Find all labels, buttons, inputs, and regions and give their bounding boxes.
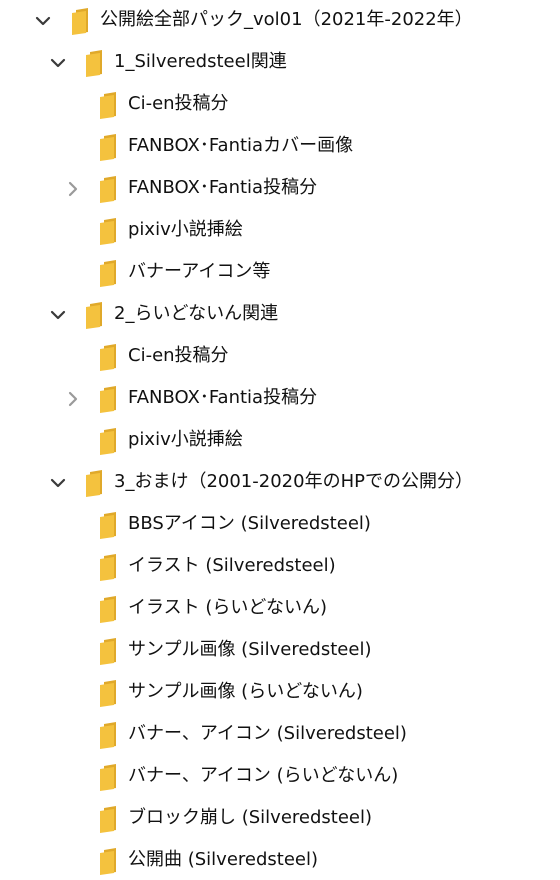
folder-icon — [96, 637, 122, 665]
tree-item-label: Ci-en投稿分 — [128, 93, 229, 114]
chevron-down-icon[interactable] — [45, 470, 71, 496]
folder-tree: 公開絵全部パック_vol01（2021年-2022年） 1_Silveredste… — [0, 0, 560, 880]
folder-icon — [96, 343, 122, 371]
tree-item-label: ブロック崩し (Silveredsteel) — [128, 807, 373, 828]
folder-icon — [96, 553, 122, 581]
chevron-down-icon[interactable] — [45, 50, 71, 76]
folder-icon — [96, 763, 122, 791]
folder-icon — [96, 511, 122, 539]
tree-item[interactable]: バナー、アイコン (Silveredsteel) — [0, 714, 560, 756]
folder-icon — [82, 469, 108, 497]
folder-icon — [96, 595, 122, 623]
folder-icon — [96, 721, 122, 749]
tree-item[interactable]: 公開絵全部パック_vol01（2021年-2022年） — [0, 0, 560, 42]
tree-item-label: 公開絵全部パック_vol01（2021年-2022年） — [100, 9, 473, 30]
tree-item[interactable]: 2_らいどないん関連 — [0, 294, 560, 336]
tree-item[interactable]: Ci-en投稿分 — [0, 84, 560, 126]
tree-item-label: 2_らいどないん関連 — [114, 303, 279, 324]
tree-item-label: サンプル画像 (Silveredsteel) — [128, 639, 372, 660]
folder-icon — [96, 259, 122, 287]
tree-item-label: 公開曲 (Silveredsteel) — [128, 849, 319, 870]
folder-icon — [82, 49, 108, 77]
folder-icon — [82, 301, 108, 329]
tree-item[interactable]: イラスト (Silveredsteel) — [0, 546, 560, 588]
tree-item[interactable]: 3_おまけ（2001-2020年のHPでの公開分） — [0, 462, 560, 504]
folder-icon — [96, 217, 122, 245]
tree-item-label: FANBOX･Fantia投稿分 — [128, 177, 318, 198]
tree-item[interactable]: pixiv小説挿絵 — [0, 420, 560, 462]
tree-item-label: イラスト (Silveredsteel) — [128, 555, 336, 576]
chevron-down-icon[interactable] — [45, 302, 71, 328]
tree-item-label: バナーアイコン等 — [128, 261, 271, 282]
tree-item-label: サンプル画像 (らいどないん) — [128, 681, 363, 702]
tree-item[interactable]: FANBOX･Fantia投稿分 — [0, 168, 560, 210]
tree-item[interactable]: 1_Silveredsteel関連 — [0, 42, 560, 84]
folder-icon — [68, 7, 94, 35]
folder-icon — [96, 175, 122, 203]
chevron-down-icon[interactable] — [30, 8, 56, 34]
folder-icon — [96, 91, 122, 119]
tree-item[interactable]: ブロック崩し (Silveredsteel) — [0, 798, 560, 840]
tree-item-label: Ci-en投稿分 — [128, 345, 229, 366]
tree-item-label: 3_おまけ（2001-2020年のHPでの公開分） — [114, 471, 473, 492]
tree-item[interactable]: サンプル画像 (らいどないん) — [0, 672, 560, 714]
tree-item-label: バナー、アイコン (らいどないん) — [128, 765, 399, 786]
tree-item[interactable]: BBSアイコン (Silveredsteel) — [0, 504, 560, 546]
tree-item[interactable]: 公開曲 (Silveredsteel) — [0, 840, 560, 880]
folder-icon — [96, 385, 122, 413]
chevron-right-icon[interactable] — [60, 176, 86, 202]
tree-item[interactable]: イラスト (らいどないん) — [0, 588, 560, 630]
tree-item[interactable]: FANBOX･Fantia投稿分 — [0, 378, 560, 420]
tree-item[interactable]: バナーアイコン等 — [0, 252, 560, 294]
folder-icon — [96, 847, 122, 875]
tree-item[interactable]: サンプル画像 (Silveredsteel) — [0, 630, 560, 672]
tree-item[interactable]: Ci-en投稿分 — [0, 336, 560, 378]
folder-icon — [96, 133, 122, 161]
tree-item-label: イラスト (らいどないん) — [128, 597, 328, 618]
tree-item[interactable]: FANBOX･Fantiaカバー画像 — [0, 126, 560, 168]
tree-item-label: pixiv小説挿絵 — [128, 219, 243, 240]
chevron-right-icon[interactable] — [60, 386, 86, 412]
tree-item-label: pixiv小説挿絵 — [128, 429, 243, 450]
tree-item[interactable]: pixiv小説挿絵 — [0, 210, 560, 252]
folder-icon — [96, 805, 122, 833]
tree-item-label: BBSアイコン (Silveredsteel) — [128, 513, 371, 534]
tree-item-label: FANBOX･Fantiaカバー画像 — [128, 135, 354, 156]
folder-icon — [96, 679, 122, 707]
folder-icon — [96, 427, 122, 455]
tree-item-label: 1_Silveredsteel関連 — [114, 51, 287, 72]
tree-item-label: FANBOX･Fantia投稿分 — [128, 387, 318, 408]
tree-item-label: バナー、アイコン (Silveredsteel) — [128, 723, 407, 744]
tree-item[interactable]: バナー、アイコン (らいどないん) — [0, 756, 560, 798]
